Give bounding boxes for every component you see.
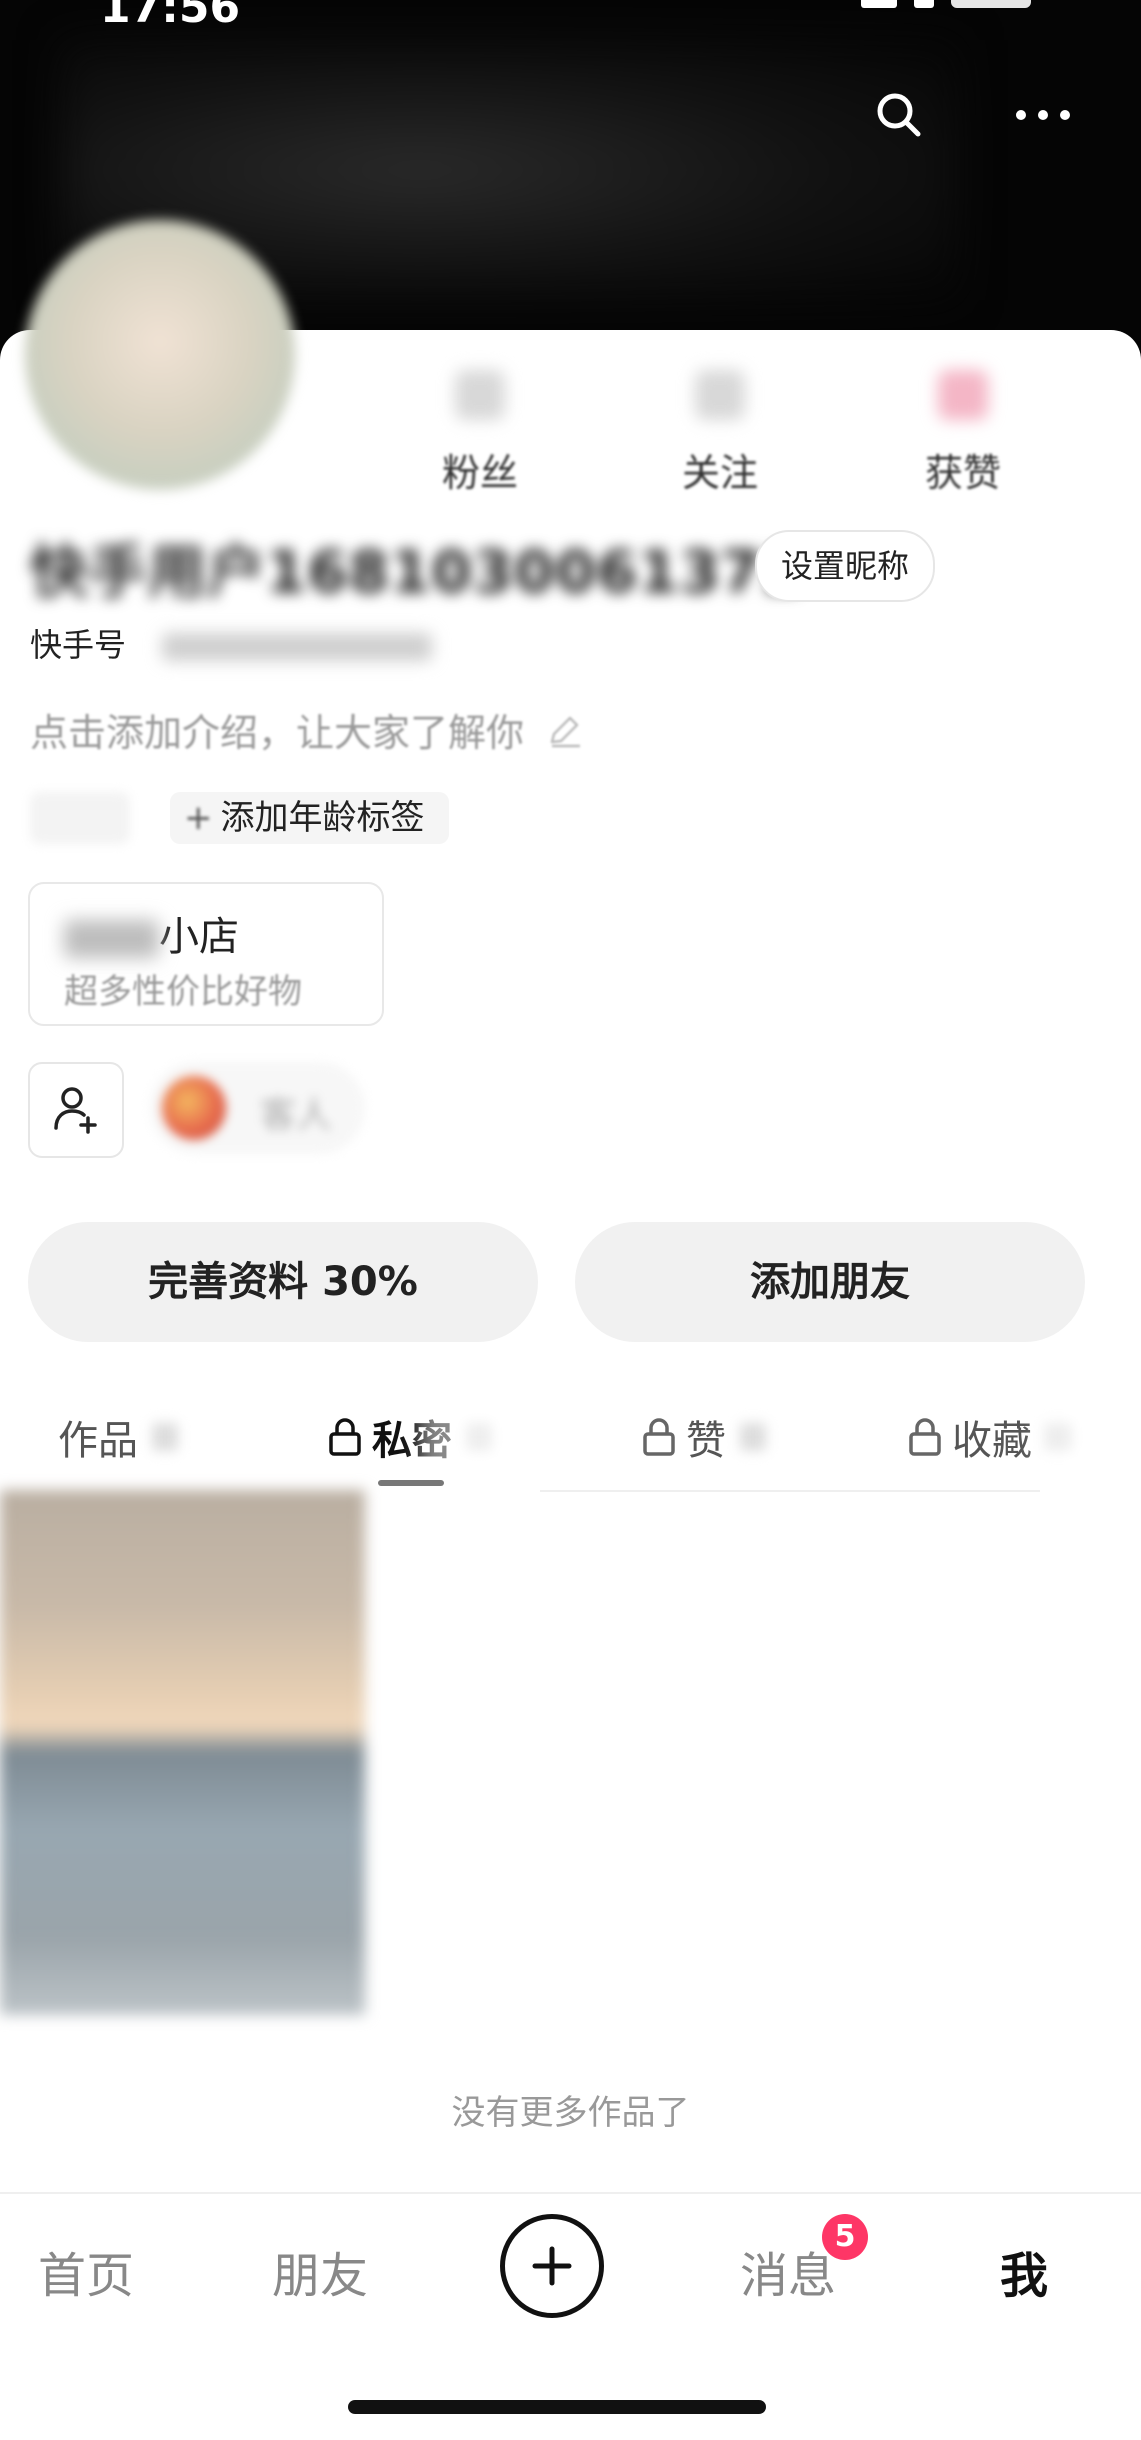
messages-badge: 5 — [822, 2214, 868, 2260]
edit-icon — [546, 712, 584, 759]
tab-favorites-label: 收藏 — [952, 1418, 1032, 1464]
wifi-icon — [914, 0, 935, 8]
add-age-tag-button[interactable]: + 添加年龄标签 — [170, 792, 449, 844]
active-tab-indicator — [378, 1480, 444, 1486]
visitor-avatar — [162, 1076, 226, 1140]
kuaishou-id-value[interactable] — [162, 633, 433, 661]
username: 快手用户1681030061372 — [30, 538, 804, 606]
shop-title: 小店 — [64, 904, 239, 962]
search-button[interactable] — [864, 80, 934, 150]
nav-me[interactable]: 我 — [1000, 2236, 1048, 2306]
stat-following-label: 关注 — [681, 451, 758, 495]
set-nickname-button[interactable]: 设置昵称 — [755, 530, 936, 602]
stat-fans-count — [455, 370, 505, 420]
tab-works-count — [152, 1423, 178, 1451]
lock-icon — [909, 1418, 941, 1456]
gender-tag[interactable] — [30, 792, 130, 844]
tab-likes-count — [740, 1423, 766, 1451]
add-friend-button[interactable]: 添加朋友 — [575, 1222, 1085, 1342]
nav-friends[interactable]: 朋友 — [272, 2236, 368, 2306]
stat-likes-label: 获赞 — [924, 451, 1001, 495]
add-age-tag-label: 添加年龄标签 — [220, 798, 425, 838]
visitor-chip[interactable]: 客人 — [150, 1062, 365, 1154]
create-button[interactable] — [500, 2214, 604, 2318]
bio-text: 点击添加介绍，让大家了解你 — [30, 711, 525, 755]
video-thumbnail[interactable] — [0, 1490, 365, 2015]
complete-profile-button[interactable]: 完善资料 30% — [28, 1222, 538, 1342]
home-indicator — [348, 2400, 766, 2414]
kuaishou-id-row: 快手号 — [30, 620, 433, 666]
shop-title-label: 小店 — [159, 914, 239, 960]
lock-icon — [643, 1418, 675, 1456]
more-horizontal-icon — [1016, 110, 1070, 120]
tab-likes[interactable]: 赞 — [642, 1408, 766, 1466]
visitor-label: 客人 — [260, 1095, 333, 1136]
more-button[interactable] — [1008, 80, 1078, 150]
tab-blur-overlay — [1040, 1380, 1141, 1500]
tab-works-label: 作品 — [58, 1418, 138, 1464]
lock-icon — [329, 1418, 361, 1456]
signal-icon — [861, 0, 897, 8]
add-user-icon — [54, 1087, 97, 1134]
bottom-nav-divider — [0, 2192, 1141, 2194]
plus-icon — [532, 2246, 572, 2286]
no-more-works-text: 没有更多作品了 — [451, 2093, 690, 2133]
search-icon — [877, 93, 921, 137]
tab-divider — [540, 1490, 1040, 1492]
stat-fans[interactable]: 粉丝 — [405, 370, 555, 497]
status-time: 17:56 — [100, 0, 241, 33]
stat-likes-count — [938, 370, 988, 420]
nav-messages[interactable]: 消息 — [740, 2236, 836, 2306]
stat-following-count — [695, 370, 745, 420]
kuaishou-id-label: 快手号 — [30, 626, 127, 664]
bio-placeholder[interactable]: 点击添加介绍，让大家了解你 — [30, 702, 584, 759]
stat-following[interactable]: 关注 — [645, 370, 795, 497]
profile-tabs: 作品 私密 赞 收藏 — [0, 1380, 1141, 1490]
tab-works[interactable]: 作品 — [58, 1408, 178, 1466]
tab-likes-label: 赞 — [686, 1418, 726, 1464]
shop-subtitle: 超多性价比好物 — [64, 972, 302, 1012]
shop-card[interactable]: 小店 超多性价比好物 — [28, 882, 384, 1026]
add-friend-icon-button[interactable] — [28, 1062, 124, 1158]
stat-likes[interactable]: 获赞 — [888, 370, 1038, 497]
avatar[interactable] — [25, 220, 295, 490]
plus-icon: + — [184, 798, 213, 838]
shop-name-blurred — [64, 920, 159, 958]
battery-icon — [951, 0, 1032, 8]
status-icons — [861, 0, 1061, 10]
nav-home[interactable]: 首页 — [38, 2236, 134, 2306]
stat-fans-label: 粉丝 — [441, 451, 518, 495]
